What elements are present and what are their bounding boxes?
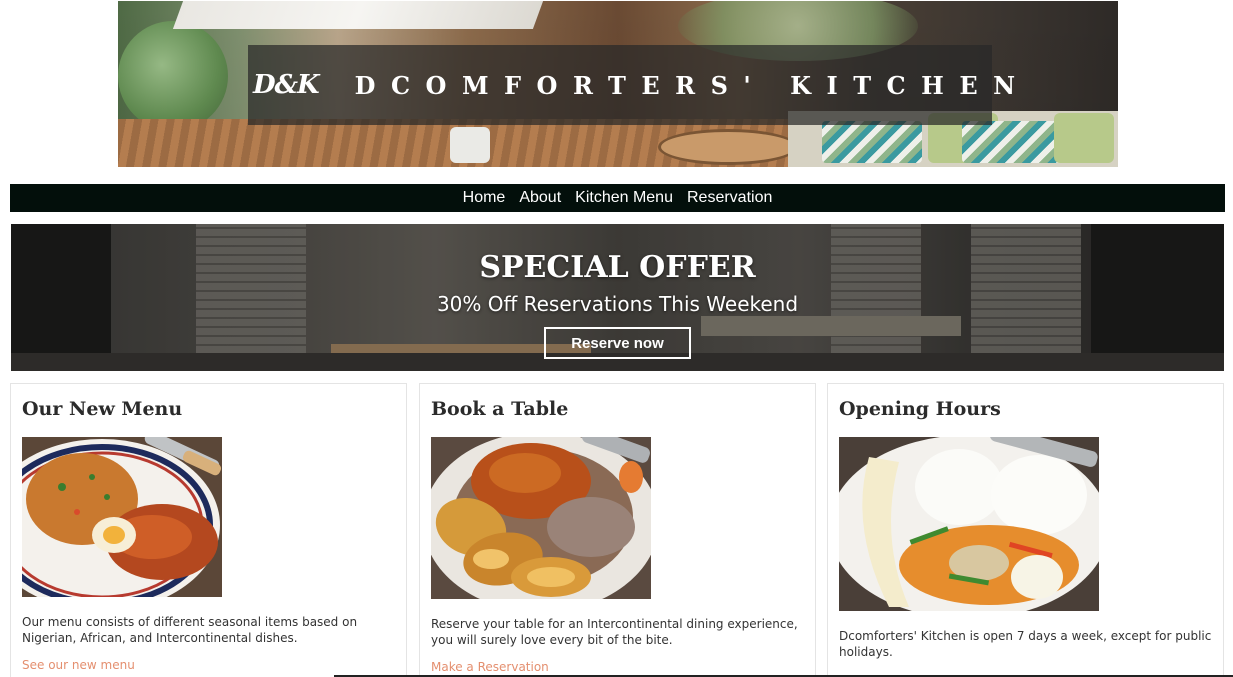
nav-item-home[interactable]: Home bbox=[456, 184, 513, 212]
banner-title-box: D&K DCOMFORTERS' KITCHEN bbox=[248, 45, 1015, 125]
nav-item-kitchen-menu[interactable]: Kitchen Menu bbox=[568, 184, 680, 212]
header-banner: D&K DCOMFORTERS' KITCHEN bbox=[118, 1, 1118, 167]
card-description: Dcomforters' Kitchen is open 7 days a we… bbox=[839, 629, 1212, 659]
special-offer-hero: SPECIAL OFFER 30% Off Reservations This … bbox=[11, 224, 1224, 371]
banner-tree-left bbox=[118, 21, 228, 131]
site-name: DCOMFORTERS' KITCHEN bbox=[354, 70, 1031, 100]
card-book-table: Book a Table Reserve your table for an I… bbox=[419, 383, 816, 677]
food-photo-plantain bbox=[431, 437, 651, 599]
card-title: Our New Menu bbox=[22, 398, 183, 420]
card-opening-hours: Opening Hours Dcomforters' Kitchen is op… bbox=[827, 383, 1224, 677]
nav-item-about[interactable]: About bbox=[512, 184, 568, 212]
make-reservation-link[interactable]: Make a Reservation bbox=[431, 660, 549, 674]
banner-pillow bbox=[962, 121, 1062, 163]
nav-item-reservation[interactable]: Reservation bbox=[680, 184, 779, 212]
banner-pillow-green bbox=[1054, 113, 1114, 163]
banner-stool bbox=[450, 127, 490, 163]
banner-table bbox=[658, 129, 798, 165]
main-nav: Home About Kitchen Menu Reservation bbox=[10, 184, 1225, 212]
card-description: Our menu consists of different seasonal … bbox=[22, 615, 358, 645]
reserve-now-button[interactable]: Reserve now bbox=[544, 327, 691, 359]
hero-title: SPECIAL OFFER bbox=[479, 250, 756, 285]
food-photo-jollof bbox=[22, 437, 222, 597]
card-title: Opening Hours bbox=[839, 398, 1001, 420]
banner-awning bbox=[172, 1, 544, 29]
site-logo[interactable]: D&K bbox=[253, 70, 320, 100]
card-description: Reserve your table for an Intercontinent… bbox=[431, 617, 798, 647]
see-menu-link[interactable]: See our new menu bbox=[22, 658, 135, 672]
banner-pillow bbox=[822, 121, 922, 163]
card-new-menu: Our New Menu Our menu consists of differ… bbox=[10, 383, 407, 677]
card-title: Book a Table bbox=[431, 398, 569, 420]
hero-subtitle: 30% Off Reservations This Weekend bbox=[436, 292, 799, 316]
food-photo-rice bbox=[839, 437, 1099, 611]
